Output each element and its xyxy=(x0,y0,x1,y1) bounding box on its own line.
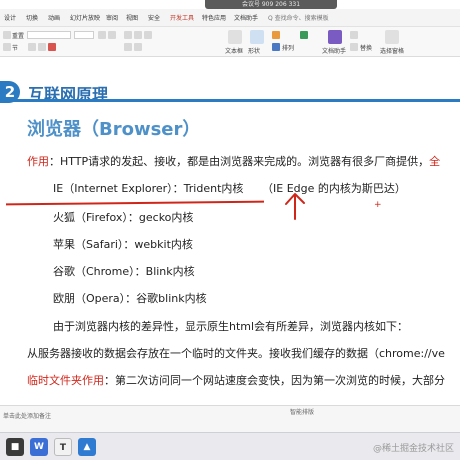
temp-label: 临时文件夹作用 xyxy=(27,374,104,387)
align-left-icon[interactable] xyxy=(124,31,132,39)
browser-ie: IE（Internet Explorer）：Trident内核 xyxy=(53,182,244,195)
menu-item-slideshow[interactable]: 幻灯片放映 xyxy=(70,13,100,22)
handwritten-underline xyxy=(5,200,265,206)
bullet-icon[interactable] xyxy=(124,43,132,51)
textbox-label[interactable]: 文本框 xyxy=(225,46,243,55)
align-right-icon[interactable] xyxy=(144,31,152,39)
menu-item-design[interactable]: 设计 xyxy=(4,13,16,22)
browser-safari: 苹果（Safari）：webkit内核 xyxy=(53,238,193,251)
doc-helper-label[interactable]: 文档助手 xyxy=(322,46,346,55)
menu-item-view[interactable]: 视图 xyxy=(126,13,138,22)
slide-header: 2 互联网原理 xyxy=(0,67,460,104)
menu-item-developer[interactable]: 开发工具 xyxy=(170,13,194,22)
temp-text: ：第二次访问同一个网站速度会变快，因为第一次浏览的时候，大部分 xyxy=(104,374,445,387)
shape-icon[interactable] xyxy=(250,30,264,44)
taskbar: ■ W T ▲ @稀土掘金技术社区 xyxy=(0,432,460,460)
meeting-badge[interactable]: 会议号 909 206 331 xyxy=(205,0,337,9)
menu-bar: 设计 切换 动画 幻灯片放映 审阅 视图 安全 开发工具 特色应用 文档助手 Q… xyxy=(0,9,460,27)
arrange-icon[interactable] xyxy=(272,43,280,51)
section-icon[interactable] xyxy=(3,43,11,51)
smart-layout-button[interactable]: 智能排版 xyxy=(290,407,314,416)
strike-icon[interactable] xyxy=(38,43,46,51)
reset-icon[interactable] xyxy=(3,31,11,39)
intro-tail: 全 xyxy=(429,155,441,168)
cursor-plus-icon: + xyxy=(374,200,382,210)
notes-pane[interactable]: 单击此处添加备注 智能排版 xyxy=(0,405,460,432)
textbox-icon[interactable] xyxy=(228,30,242,44)
bold-icon[interactable] xyxy=(98,31,106,39)
intro-text: ：HTTP请求的发起、接收，都是由浏览器来完成的。浏览器有很多厂商提供， xyxy=(49,155,430,168)
intro-line: 作用：HTTP请求的发起、接收，都是由浏览器来完成的。浏览器有很多厂商提供，全 xyxy=(27,153,440,169)
font-color-icon[interactable] xyxy=(48,43,56,51)
watermark: @稀土掘金技术社区 xyxy=(372,444,454,454)
replace-icon[interactable] xyxy=(350,43,358,51)
quick-style-icon[interactable] xyxy=(300,31,308,39)
wps-icon[interactable]: W xyxy=(30,438,48,456)
browser-opera: 欧朋（Opera）：谷歌blink内核 xyxy=(53,292,207,305)
menu-item-animation[interactable]: 动画 xyxy=(48,13,60,22)
select-pane-label[interactable]: 选择窗格 xyxy=(380,46,404,55)
doc-helper-icon[interactable] xyxy=(328,30,342,44)
cache-paragraph: 从服务器接收的数据会存放在一个临时的文件夹。接收我们缓存的数据（chrome:/… xyxy=(27,347,445,360)
select-pane-icon[interactable] xyxy=(385,30,399,44)
menu-search[interactable]: Q 查找命令、搜索模板 xyxy=(268,13,329,22)
font-name-select[interactable] xyxy=(27,31,71,39)
ribbon-toolbar: 重置 节 文本框 形状 排列 文档助手 替换 选择窗格 xyxy=(0,27,460,57)
menu-item-review[interactable]: 审阅 xyxy=(106,13,118,22)
replace-label[interactable]: 替换 xyxy=(360,43,372,52)
temp-folder-line: 临时文件夹作用：第二次访问同一个网站速度会变快，因为第一次浏览的时候，大部分 xyxy=(27,372,445,388)
shape-label[interactable]: 形状 xyxy=(248,46,260,55)
align-center-icon[interactable] xyxy=(134,31,142,39)
menu-item-features[interactable]: 特色应用 xyxy=(202,13,226,22)
menu-item-doc-helper[interactable]: 文档助手 xyxy=(234,13,258,22)
menu-item-transition[interactable]: 切换 xyxy=(26,13,38,22)
slide-title: 浏览器（Browser） xyxy=(27,119,201,140)
browser-firefox: 火狐（Firefox）：gecko内核 xyxy=(53,211,194,224)
diff-paragraph: 由于浏览器内核的差异性，显示原生html会有所差异，浏览器内核如下： xyxy=(53,320,409,333)
picture-icon[interactable] xyxy=(272,31,280,39)
menu-item-security[interactable]: 安全 xyxy=(148,13,160,22)
number-list-icon[interactable] xyxy=(134,43,142,51)
word-icon[interactable]: T xyxy=(54,438,72,456)
find-icon[interactable] xyxy=(350,31,358,39)
section-label: 节 xyxy=(12,45,19,52)
arrange-label[interactable]: 排列 xyxy=(282,43,294,52)
start-icon[interactable]: ■ xyxy=(6,438,24,456)
browser-chrome: 谷歌（Chrome）：Blink内核 xyxy=(53,265,195,278)
app-icon[interactable]: ▲ xyxy=(78,438,96,456)
underline-icon[interactable] xyxy=(28,43,36,51)
italic-icon[interactable] xyxy=(108,31,116,39)
font-size-select[interactable] xyxy=(74,31,94,39)
slide-canvas[interactable]: 2 互联网原理 浏览器（Browser） 作用：HTTP请求的发起、接收，都是由… xyxy=(0,57,460,405)
header-rule xyxy=(0,99,460,102)
notes-placeholder[interactable]: 单击此处添加备注 xyxy=(3,411,51,420)
handwritten-arrow-icon xyxy=(285,193,305,220)
intro-label: 作用 xyxy=(27,155,49,168)
reset-label: 重置 xyxy=(12,33,25,40)
